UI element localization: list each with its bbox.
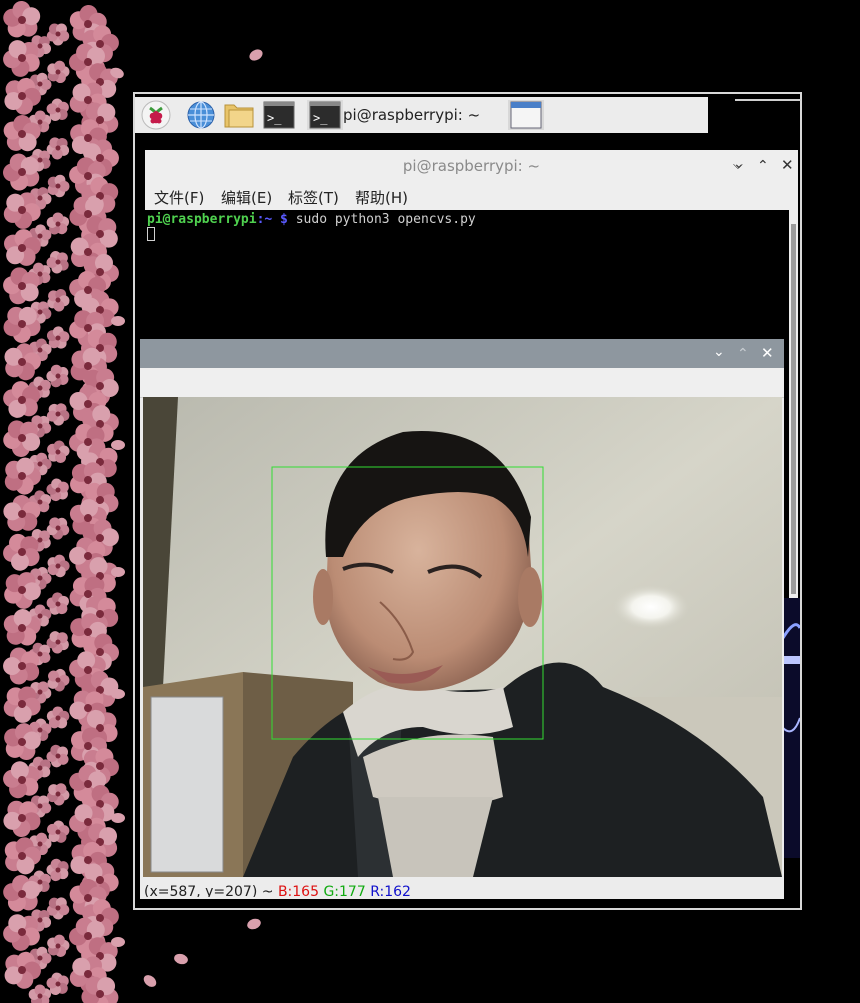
command-text: sudo python3 opencvs.py [287,212,476,227]
svg-text:>_: >_ [313,111,328,125]
terminal-icon: >_ [263,101,295,129]
maximize-button[interactable]: ⌃ [757,158,769,174]
globe-icon [187,101,215,129]
menu-tabs[interactable]: 标签(T) [288,187,339,208]
maximize-button[interactable]: ⌃ [737,346,749,362]
opencv-toolbar [140,368,784,398]
prompt-path: :~ $ [256,212,288,227]
prompt-user: pi@raspberrypi [147,212,257,227]
menu-help[interactable]: 帮助(H) [355,187,408,208]
terminal-task-button[interactable]: >_ [307,100,343,130]
window-icon [510,101,542,129]
menu-file[interactable]: 文件(F) [154,187,204,208]
green-channel-value: G:177 [323,884,366,897]
camera-frame-image [143,397,782,877]
terminal-icon: >_ [309,101,341,129]
opencv-window: ⌄ ⌃ ✕ (x=587, y=207) ~ B:165 G:177 R:162 [140,339,784,899]
background-window-edge [783,598,800,858]
web-browser-button[interactable] [184,100,218,130]
tray-divider [735,99,801,101]
scrollbar-thumb[interactable] [791,224,796,594]
terminal-menubar: 文件(F) 编辑(E) 标签(T) 帮助(H) [145,182,798,210]
file-manager-button[interactable] [222,100,256,130]
minimize-button[interactable]: ⌄ [713,344,725,360]
minimize-button[interactable]: ⌄ [733,156,745,172]
cursor-coordinates: (x=587, y=207) ~ [144,884,278,897]
command-line: pi@raspberrypi:~ $ sudo python3 opencvs.… [147,212,476,227]
red-channel-value: R:162 [370,884,411,897]
svg-text:>_: >_ [267,111,282,125]
taskbar-tray [708,97,800,133]
folder-icon [224,104,254,128]
raspberry-icon [141,100,171,130]
blue-channel-value: B:165 [277,884,319,897]
cherry-blossom-decoration [0,0,127,1003]
close-button[interactable]: ✕ [761,344,774,362]
active-task-label[interactable]: pi@raspberrypi: ~ [343,106,480,124]
opencv-titlebar[interactable]: ⌄ ⌃ ✕ [140,339,784,368]
menu-edit[interactable]: 编辑(E) [221,187,272,208]
terminal-titlebar[interactable]: pi@raspberrypi: ~ ⌵ ⌄ ⌃ ✕ [145,150,798,182]
terminal-launcher-button[interactable]: >_ [262,100,296,130]
opencv-task-button[interactable] [508,100,544,130]
terminal-scrollbar[interactable] [789,210,798,600]
camera-frame[interactable] [143,397,782,877]
text-cursor [147,227,155,241]
pixel-status-bar: (x=587, y=207) ~ B:165 G:177 R:162 [144,883,411,897]
close-button[interactable]: ✕ [781,156,794,174]
terminal-title: pi@raspberrypi: ~ [402,157,541,175]
raspberry-menu-button[interactable] [139,100,173,130]
